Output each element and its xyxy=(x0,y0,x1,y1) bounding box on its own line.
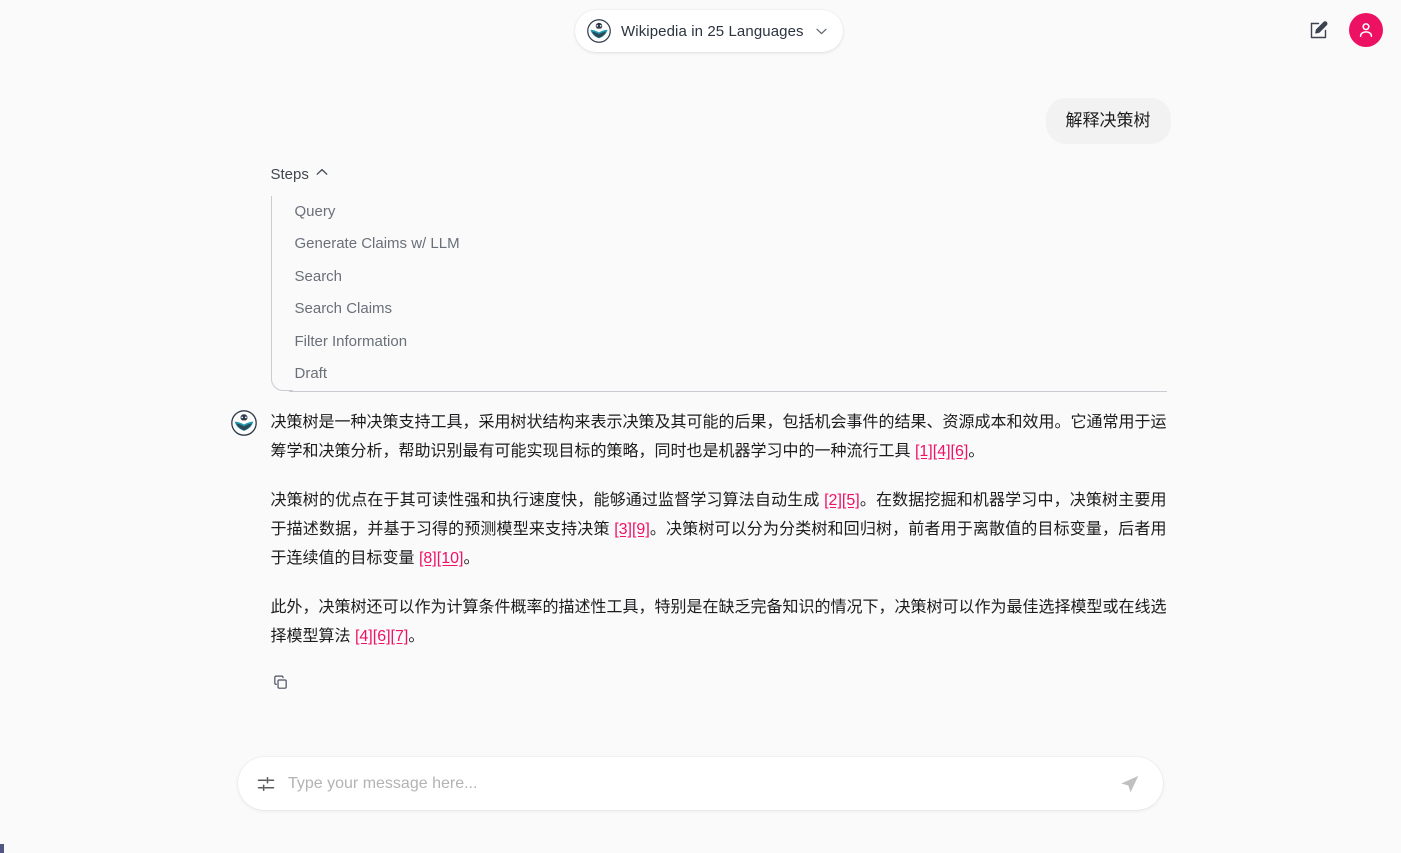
model-selector-label: Wikipedia in 25 Languages xyxy=(621,22,804,40)
answer-text-run: 。 xyxy=(463,549,480,567)
conversation-area: 解释决策树 Steps Query Generate Claims w/ LLM… xyxy=(0,62,1401,693)
steps-divider xyxy=(288,390,1167,392)
step-item-query[interactable]: Query xyxy=(295,196,1171,229)
answer-text-run: 决策树是一种决策支持工具，采用树状结构来表示决策及其可能的后果，包括机会事件的结… xyxy=(270,413,1167,460)
steps-section: Steps Query Generate Claims w/ LLM Searc… xyxy=(231,166,1171,392)
step-item-search-claims[interactable]: Search Claims xyxy=(295,293,1171,326)
step-item-filter-information[interactable]: Filter Information xyxy=(295,326,1171,359)
corner-artifact xyxy=(0,844,4,853)
answer-paragraph: 此外，决策树还可以作为计算条件概率的描述性工具，特别是在缺乏完备知识的情况下，决… xyxy=(271,593,1167,651)
step-item-draft[interactable]: Draft xyxy=(295,358,1171,391)
edit-square-icon[interactable] xyxy=(1301,13,1335,47)
top-bar-actions xyxy=(1301,13,1383,47)
message-actions xyxy=(271,673,1167,693)
steps-toggle[interactable]: Steps xyxy=(271,166,328,183)
answer-paragraph: 决策树的优点在于其可读性强和执行速度快，能够通过监督学习算法自动生成 [2][5… xyxy=(271,486,1167,573)
answer-paragraphs: 决策树是一种决策支持工具，采用树状结构来表示决策及其可能的后果，包括机会事件的结… xyxy=(271,408,1167,651)
steps-rail xyxy=(270,195,293,391)
user-message-bubble: 解释决策树 xyxy=(1045,98,1171,144)
wikipedia-logo-icon xyxy=(587,19,611,43)
wikipedia-logo-icon xyxy=(230,409,257,436)
steps-list: Query Generate Claims w/ LLM Search Sear… xyxy=(270,195,1171,391)
message-thread: 解释决策树 Steps Query Generate Claims w/ LLM… xyxy=(230,62,1171,693)
tune-sliders-icon[interactable] xyxy=(256,774,276,794)
user-message-row: 解释决策树 xyxy=(231,62,1171,144)
chevron-up-icon xyxy=(316,167,328,179)
citation-link[interactable]: [3][9] xyxy=(614,521,650,538)
send-paper-plane-icon[interactable] xyxy=(1119,773,1141,795)
assistant-message-text: 决策树是一种决策支持工具，采用树状结构来表示决策及其可能的后果，包括机会事件的结… xyxy=(271,408,1167,693)
assistant-message-row: 决策树是一种决策支持工具，采用树状结构来表示决策及其可能的后果，包括机会事件的结… xyxy=(230,408,1171,693)
steps-label: Steps xyxy=(270,165,309,183)
citation-link[interactable]: [1][4][6] xyxy=(915,443,968,460)
answer-text-run: 决策树的优点在于其可读性强和执行速度快，能够通过监督学习算法自动生成 xyxy=(270,491,825,509)
citation-link[interactable]: [8][10] xyxy=(419,550,463,567)
answer-text-run: 。 xyxy=(968,442,985,460)
citation-link[interactable]: [2][5] xyxy=(824,492,860,509)
user-avatar-icon[interactable] xyxy=(1349,13,1383,47)
chevron-down-icon xyxy=(816,27,827,38)
copy-icon[interactable] xyxy=(271,673,291,693)
step-item-search[interactable]: Search xyxy=(295,261,1171,294)
answer-text-run: 。 xyxy=(408,627,425,645)
message-input[interactable] xyxy=(288,774,1107,793)
model-selector-button[interactable]: Wikipedia in 25 Languages xyxy=(575,10,843,52)
citation-link[interactable]: [4][6][7] xyxy=(355,628,408,645)
top-bar: Wikipedia in 25 Languages xyxy=(0,0,1401,62)
answer-paragraph: 决策树是一种决策支持工具，采用树状结构来表示决策及其可能的后果，包括机会事件的结… xyxy=(271,408,1167,466)
step-item-generate-claims[interactable]: Generate Claims w/ LLM xyxy=(295,228,1171,261)
message-composer xyxy=(238,757,1163,810)
